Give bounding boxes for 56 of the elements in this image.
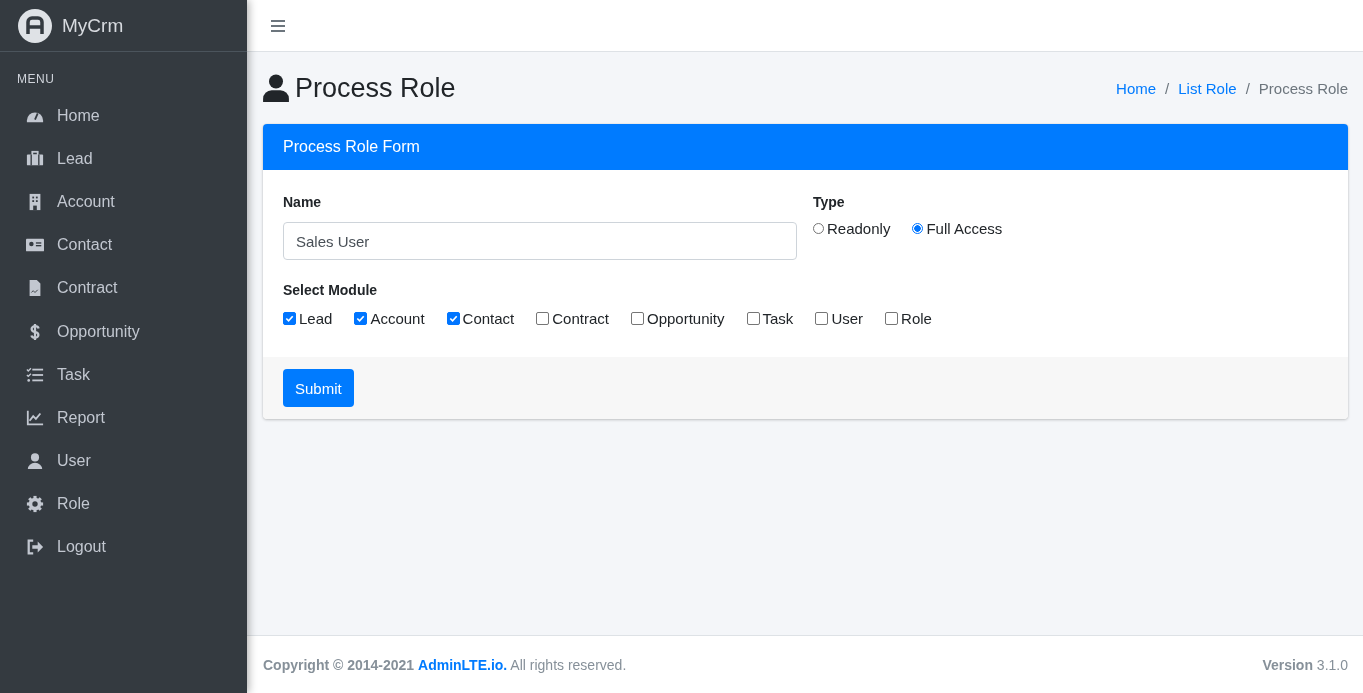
briefcase-icon	[25, 149, 45, 168]
checkbox[interactable]	[536, 312, 550, 325]
name-input[interactable]: Sales User	[283, 222, 797, 260]
checkbox-label: Contract	[552, 310, 609, 327]
checkbox-label: Account	[370, 310, 425, 327]
breadcrumb-separator: /	[1245, 79, 1250, 97]
card-title: Process Role Form	[283, 138, 420, 156]
gear-icon	[25, 495, 45, 514]
checkbox-label: Opportunity	[647, 310, 725, 327]
checkbox[interactable]	[631, 312, 644, 325]
copyright-text: Copyright © 2014-2021 AdminLTE.io. All rights reserved.	[263, 656, 627, 673]
radio-label: Readonly	[827, 220, 891, 237]
brand-name[interactable]: MyCrm	[62, 14, 124, 37]
breadcrumb-link[interactable]: List Role	[1178, 79, 1237, 97]
current-page-label: Process Role	[1258, 79, 1348, 97]
checkbox-label: Contact	[462, 310, 515, 327]
menu-header: MENU	[16, 71, 56, 88]
sidebar-item[interactable]: Logout	[0, 525, 247, 570]
checkbox[interactable]	[885, 312, 899, 325]
version-text: Version 3.1.0	[1262, 656, 1348, 673]
adminlte-link[interactable]: AdminLTE.io.	[418, 656, 508, 673]
user-icon	[263, 74, 289, 102]
sidebar-item[interactable]: Contract	[0, 266, 247, 310]
checkbox[interactable]	[815, 312, 829, 325]
checkbox-label: Role	[901, 310, 932, 327]
logo-icon	[18, 8, 52, 43]
field-label: Name	[283, 194, 323, 210]
breadcrumb-separator: /	[1165, 79, 1170, 97]
checkbox[interactable]	[283, 312, 296, 325]
menu-icon[interactable]	[271, 19, 285, 32]
sidebar-item[interactable]: User	[0, 439, 247, 483]
submit-button[interactable]: Submit	[283, 369, 354, 407]
page-title: Process Role	[295, 72, 456, 104]
checkbox-label: Task	[762, 310, 794, 327]
breadcrumb-link[interactable]: Home	[1116, 79, 1157, 97]
checkbox-label: Lead	[299, 310, 333, 327]
checkbox[interactable]	[446, 312, 460, 325]
sidebar-item[interactable]: Lead	[0, 137, 247, 181]
chart-icon	[25, 408, 45, 427]
sidebar-item[interactable]: Task	[0, 353, 247, 397]
checkbox[interactable]	[746, 312, 760, 325]
field-label: Type	[813, 194, 846, 210]
task-list-icon	[25, 365, 45, 384]
sidebar-item[interactable]: Account	[0, 180, 247, 224]
sidebar-item[interactable]: Contact	[0, 223, 247, 267]
sidebar-item[interactable]: Opportunity	[0, 309, 247, 354]
user-icon	[25, 452, 45, 471]
checkbox-label: User	[831, 310, 864, 327]
sidebar-item[interactable]: Report	[0, 396, 247, 440]
radio-button[interactable]	[912, 223, 924, 234]
checkbox[interactable]	[354, 312, 368, 325]
logout-icon	[25, 538, 45, 557]
sidebar-item[interactable]: Role	[0, 482, 247, 526]
field-label: Select Module	[283, 282, 379, 298]
radio-label: Full Access	[926, 220, 1003, 237]
sidebar-item[interactable]: Home	[0, 94, 247, 138]
